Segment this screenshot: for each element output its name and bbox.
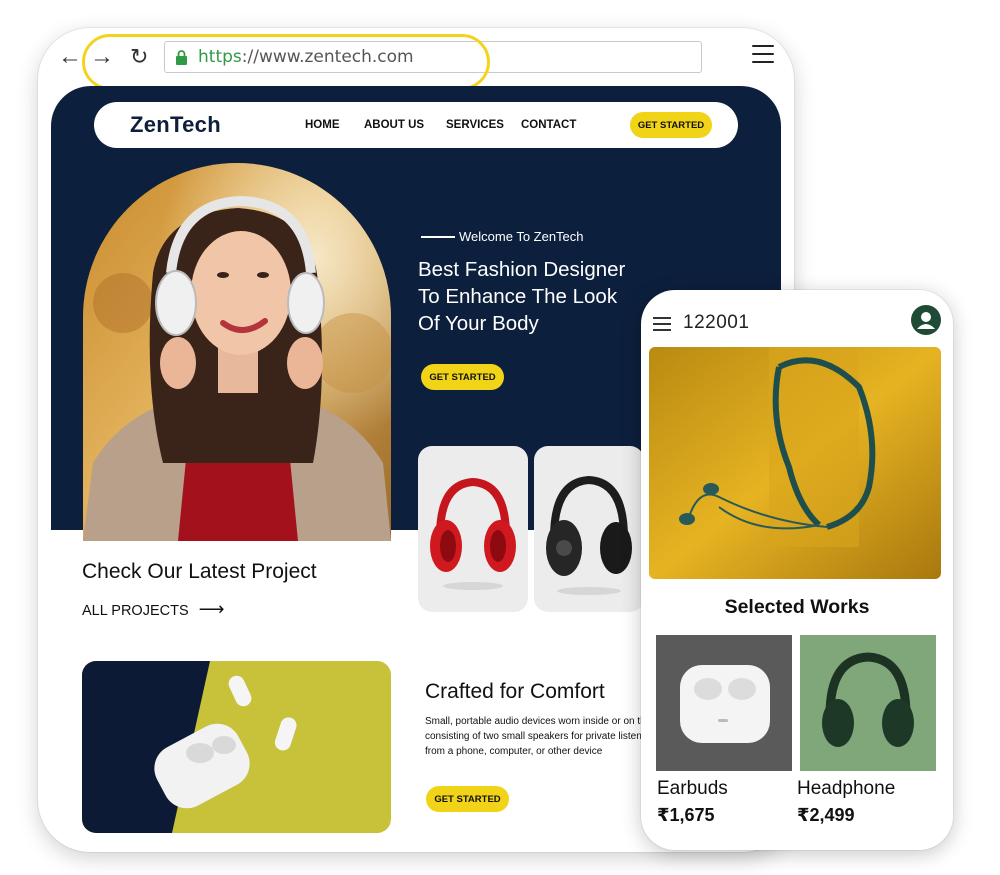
- back-arrow-icon[interactable]: ←: [58, 45, 82, 69]
- black-headphone-card[interactable]: [534, 446, 644, 612]
- airpods-feature-image: [82, 661, 391, 833]
- site-navbar: ZenTech HOME ABOUT US SERVICES CONTACT G…: [94, 102, 738, 148]
- earbuds-name[interactable]: Earbuds: [657, 778, 728, 800]
- mobile-frame: 122001 Selected Works Earbuds ₹1,675 Hea…: [641, 290, 953, 850]
- user-avatar-icon[interactable]: [911, 305, 941, 335]
- mobile-menu-icon[interactable]: [653, 317, 671, 333]
- browser-menu-icon[interactable]: [752, 45, 774, 65]
- nav-link-contact[interactable]: CONTACT: [521, 119, 576, 131]
- lock-icon: [176, 49, 187, 65]
- feature-desc-line: consisting of two small speakers for pri…: [425, 731, 655, 742]
- projects-section-title: Check Our Latest Project: [82, 560, 317, 583]
- red-headphone-image: [430, 477, 516, 590]
- arrow-right-icon: ⟶: [198, 599, 225, 619]
- feature-desc-line: from a phone, computer, or other device: [425, 746, 603, 757]
- headphone-price: ₹2,499: [797, 805, 855, 825]
- url-domain: ://www.zentech.com: [241, 47, 414, 67]
- reload-icon[interactable]: ↻: [130, 44, 148, 70]
- all-projects-label: ALL PROJECTS: [82, 603, 189, 619]
- address-bar[interactable]: https://www.zentech.com: [164, 41, 702, 73]
- red-headphone-card[interactable]: [418, 446, 528, 612]
- earbuds-product-image[interactable]: [656, 635, 792, 771]
- hero-title: Best Fashion Designer To Enhance The Loo…: [418, 256, 678, 337]
- hero-title-line: Of Your Body: [418, 312, 539, 335]
- nav-link-services[interactable]: SERVICES: [446, 119, 504, 131]
- hero-get-started-button[interactable]: GET STARTED: [421, 364, 504, 390]
- pincode-label[interactable]: 122001: [683, 312, 749, 334]
- selected-works-title: Selected Works: [724, 596, 870, 618]
- hero-title-line: To Enhance The Look: [418, 285, 618, 308]
- feature-description: Small, portable audio devices worn insid…: [425, 714, 655, 759]
- nav-get-started-button[interactable]: GET STARTED: [630, 112, 712, 138]
- site-logo[interactable]: ZenTech: [130, 112, 221, 138]
- black-headphone-image: [546, 475, 632, 595]
- neckband-hero-image: [649, 347, 941, 579]
- feature-desc-line: Small, portable audio devices worn insid…: [425, 716, 655, 727]
- hero-title-line: Best Fashion Designer: [418, 258, 626, 281]
- forward-arrow-icon[interactable]: →: [90, 45, 114, 69]
- hero-tagline: Welcome To ZenTech: [459, 229, 584, 244]
- nav-link-home[interactable]: HOME: [305, 119, 340, 131]
- hero-model-photo: [83, 163, 391, 541]
- headphone-product-image[interactable]: [800, 635, 936, 771]
- all-projects-link[interactable]: ALL PROJECTS ⟶: [82, 599, 224, 620]
- feature-get-started-button[interactable]: GET STARTED: [426, 786, 509, 812]
- earbuds-price: ₹1,675: [657, 805, 715, 825]
- nav-link-about[interactable]: ABOUT US: [364, 119, 424, 131]
- url-scheme: https: [198, 47, 242, 67]
- headphone-name[interactable]: Headphone: [797, 778, 895, 800]
- feature-title: Crafted for Comfort: [425, 680, 605, 703]
- tagline-dash: [421, 236, 455, 238]
